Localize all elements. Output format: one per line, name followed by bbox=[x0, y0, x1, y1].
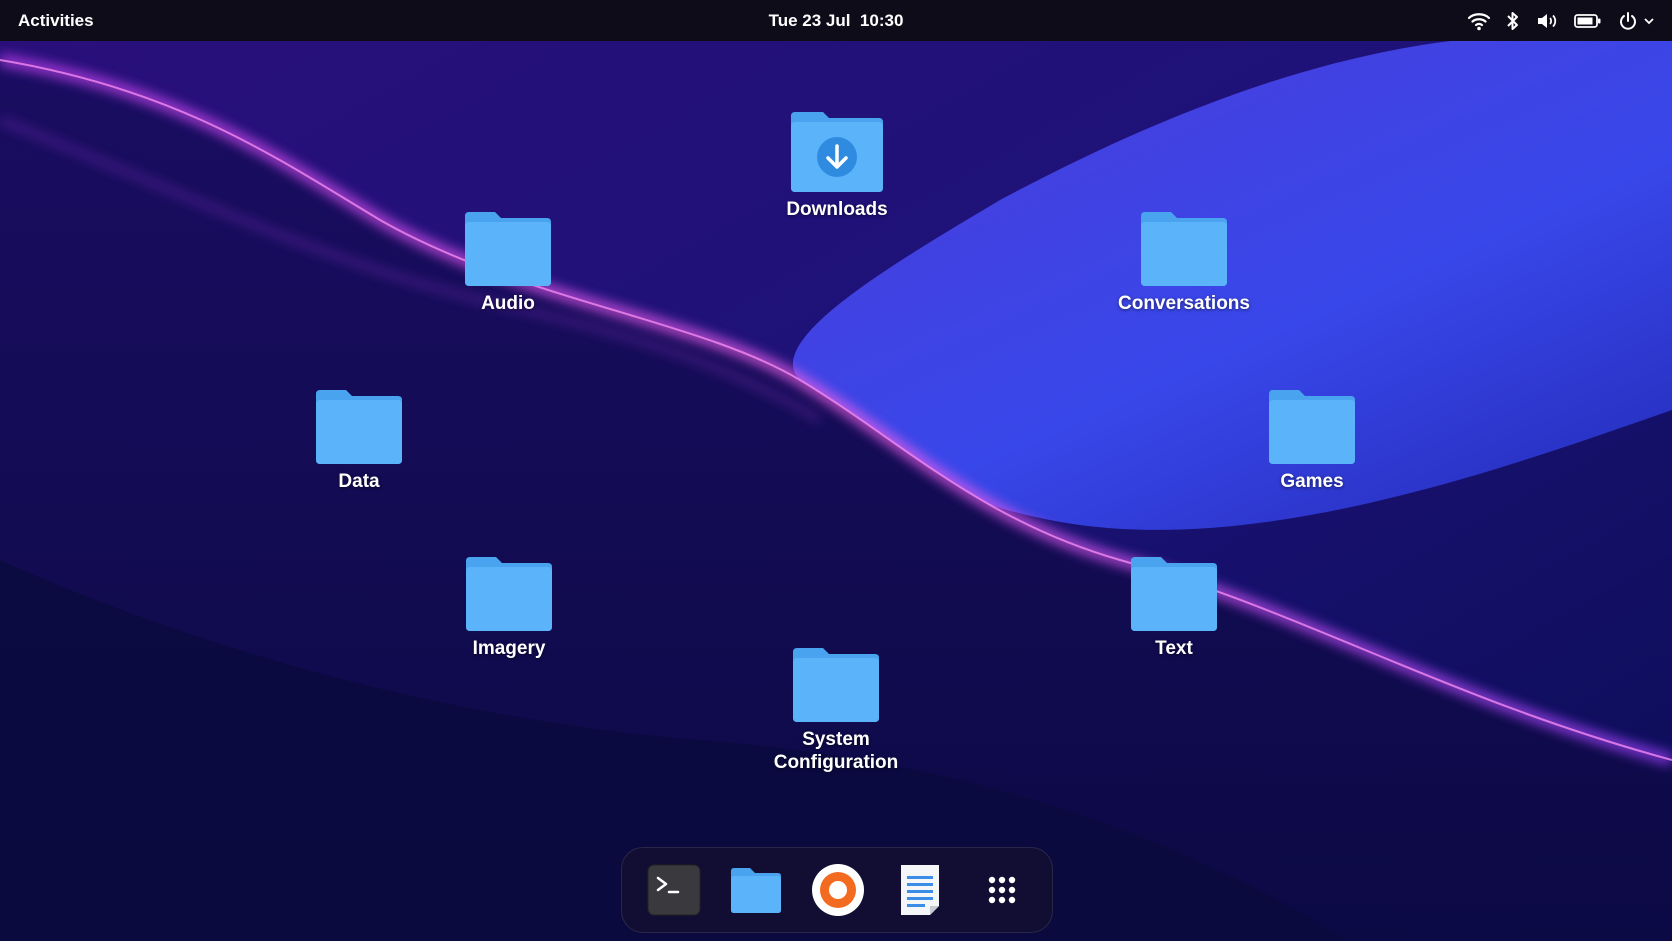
folder-label: Data bbox=[338, 471, 380, 492]
folder-imagery[interactable]: Imagery bbox=[409, 555, 609, 660]
clock-button[interactable]: Tue 23 Jul 10:30 bbox=[769, 11, 904, 30]
dock-text-editor[interactable] bbox=[892, 862, 948, 918]
folder-icon bbox=[466, 557, 552, 631]
chevron-down-icon bbox=[1644, 18, 1654, 25]
folder-downloads[interactable]: Downloads bbox=[737, 108, 937, 221]
folder-games[interactable]: Games bbox=[1212, 388, 1412, 493]
dock-files[interactable] bbox=[728, 862, 784, 918]
system-tray[interactable] bbox=[1468, 9, 1654, 33]
dock-app-grid[interactable] bbox=[974, 862, 1030, 918]
folder-download-icon bbox=[791, 112, 883, 192]
folder-icon bbox=[1269, 390, 1355, 464]
top-bar: Activities Tue 23 Jul 10:30 bbox=[0, 0, 1672, 41]
folder-data[interactable]: Data bbox=[259, 388, 459, 493]
terminal-icon bbox=[647, 864, 701, 916]
volume-icon[interactable] bbox=[1536, 11, 1558, 31]
folder-label: Conversations bbox=[1118, 293, 1250, 314]
folder-conversations[interactable]: Conversations bbox=[1084, 210, 1284, 315]
folder-icon bbox=[316, 390, 402, 464]
files-icon bbox=[731, 868, 781, 913]
folder-system-configuration[interactable]: System Configuration bbox=[736, 646, 936, 774]
power-icon bbox=[1620, 12, 1636, 30]
text-editor-icon bbox=[901, 865, 939, 915]
folder-label: Audio bbox=[481, 293, 535, 314]
battery-icon[interactable] bbox=[1574, 13, 1602, 29]
folder-label: Text bbox=[1155, 638, 1193, 659]
folder-label: Downloads bbox=[786, 199, 888, 220]
folder-label: Games bbox=[1280, 471, 1344, 492]
folder-icon bbox=[1131, 557, 1217, 631]
wifi-icon[interactable] bbox=[1468, 11, 1490, 31]
bluetooth-icon[interactable] bbox=[1506, 11, 1520, 31]
power-menu[interactable] bbox=[1618, 11, 1654, 31]
browser-icon bbox=[812, 864, 864, 916]
clock-container: Tue 23 Jul 10:30 bbox=[0, 11, 1672, 31]
activities-button[interactable]: Activities bbox=[18, 11, 94, 31]
dock-browser[interactable] bbox=[810, 862, 866, 918]
dock bbox=[621, 847, 1053, 933]
app-grid-icon bbox=[988, 876, 1016, 904]
folder-text[interactable]: Text bbox=[1074, 555, 1274, 660]
folder-icon bbox=[465, 212, 551, 286]
folder-label: System Configuration bbox=[773, 729, 899, 773]
folder-icon bbox=[793, 648, 879, 722]
folder-icon bbox=[1141, 212, 1227, 286]
folder-label: Imagery bbox=[472, 638, 546, 659]
dock-terminal[interactable] bbox=[646, 862, 702, 918]
folder-audio[interactable]: Audio bbox=[408, 210, 608, 315]
